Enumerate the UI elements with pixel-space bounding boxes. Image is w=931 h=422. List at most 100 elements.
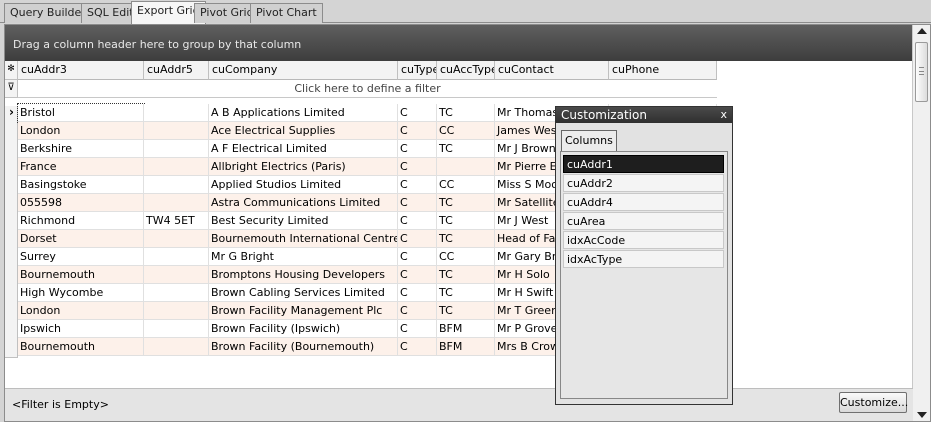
scroll-thumb[interactable] — [915, 42, 928, 102]
column-item-idxaccode[interactable]: idxAcCode — [563, 231, 724, 249]
cell-cutype[interactable]: C — [398, 302, 437, 320]
cell-cuaddr5[interactable] — [144, 230, 209, 248]
cell-cucompany[interactable]: Astra Communications Limited — [209, 194, 398, 212]
column-header-cucontact[interactable]: cuContact — [495, 61, 609, 80]
cell-cucompany[interactable]: Mr G Bright — [209, 248, 398, 266]
column-item-cuarea[interactable]: cuArea — [563, 212, 724, 230]
cell-cucompany[interactable]: A B Applications Limited — [209, 104, 398, 122]
cell-cuaddr5[interactable] — [144, 248, 209, 266]
cell-cutype[interactable]: C — [398, 320, 437, 338]
cell-cuaddr5[interactable] — [144, 284, 209, 302]
tab-pivot-chart[interactable]: Pivot Chart — [250, 3, 323, 23]
customize-button[interactable]: Customize... — [839, 392, 908, 413]
column-header-cuaddr5[interactable]: cuAddr5 — [144, 61, 209, 80]
cell-cuaddr3[interactable]: Bournemouth — [18, 338, 144, 356]
cell-cuacctype[interactable]: TC — [437, 266, 495, 284]
column-item-cuaddr2[interactable]: cuAddr2 — [563, 174, 724, 192]
cell-cuacctype[interactable]: CC — [437, 248, 495, 266]
cell-cutype[interactable]: C — [398, 230, 437, 248]
cell-cuaddr5[interactable] — [144, 176, 209, 194]
cell-cutype[interactable]: C — [398, 158, 437, 176]
cell-cuaddr3[interactable]: 055598 — [18, 194, 144, 212]
cell-cuaddr3[interactable]: Richmond — [18, 212, 144, 230]
cell-cucompany[interactable]: Brown Facility (Bournemouth) — [209, 338, 398, 356]
cell-cutype[interactable]: C — [398, 176, 437, 194]
cell-cuaddr5[interactable] — [144, 104, 209, 122]
cell-cucompany[interactable]: A F Electrical Limited — [209, 140, 398, 158]
cell-cuaddr5[interactable] — [144, 158, 209, 176]
cell-cuacctype[interactable]: BFM — [437, 338, 495, 356]
cell-cuaddr3[interactable]: Surrey — [18, 248, 144, 266]
cell-cutype[interactable]: C — [398, 140, 437, 158]
cell-cuacctype[interactable]: BFM — [437, 320, 495, 338]
tab-columns[interactable]: Columns — [561, 130, 617, 151]
scroll-up-icon[interactable] — [917, 28, 927, 34]
current-row-icon: › — [9, 105, 14, 119]
cell-cutype[interactable]: C — [398, 248, 437, 266]
cell-cucompany[interactable]: Bournemouth International Centre Ltd — [209, 230, 398, 248]
tab-query-builder[interactable]: Query Builder — [4, 3, 92, 23]
column-header-cucompany[interactable]: cuCompany — [209, 61, 398, 80]
filter-row[interactable]: Click here to define a filter — [18, 80, 717, 98]
cell-cuaddr3[interactable]: Dorset — [18, 230, 144, 248]
cell-cuaddr3[interactable]: Bristol — [17, 103, 145, 123]
cell-cucompany[interactable]: Allbright Electrics (Paris) — [209, 158, 398, 176]
column-item-cuaddr1[interactable]: cuAddr1 — [563, 155, 724, 173]
cell-cucompany[interactable]: Brown Cabling Services Limited — [209, 284, 398, 302]
cell-cuacctype[interactable]: CC — [437, 122, 495, 140]
cell-cuaddr3[interactable]: Bournemouth — [18, 266, 144, 284]
cell-cuacctype[interactable]: CC — [437, 176, 495, 194]
cell-cucompany[interactable]: Brown Facility (Ipswich) — [209, 320, 398, 338]
cell-cuacctype[interactable] — [437, 158, 495, 176]
cell-cuacctype[interactable]: TC — [437, 230, 495, 248]
cell-cucompany[interactable]: Ace Electrical Supplies — [209, 122, 398, 140]
cell-cuaddr3[interactable]: Basingstoke — [18, 176, 144, 194]
cell-cuaddr3[interactable]: Berkshire — [18, 140, 144, 158]
customization-title-bar[interactable]: Customization x — [556, 107, 732, 123]
filter-status[interactable]: <Filter is Empty> — [12, 398, 109, 411]
cell-cuacctype[interactable]: TC — [437, 104, 495, 122]
cell-cuacctype[interactable]: TC — [437, 140, 495, 158]
cell-cuacctype[interactable]: TC — [437, 284, 495, 302]
export-grid-panel: Drag a column header here to group by th… — [4, 24, 931, 422]
column-item-idxactype[interactable]: idxAcType — [563, 250, 724, 268]
cell-cucompany[interactable]: Bromptons Housing Developers — [209, 266, 398, 284]
cell-cuaddr3[interactable]: France — [18, 158, 144, 176]
cell-cuaddr5[interactable] — [144, 302, 209, 320]
cell-cuacctype[interactable]: TC — [437, 194, 495, 212]
close-icon[interactable]: x — [720, 107, 727, 123]
cell-cuaddr5[interactable]: TW4 5ET — [144, 212, 209, 230]
column-header-cuacctype[interactable]: cuAccType — [437, 61, 495, 80]
group-by-panel[interactable]: Drag a column header here to group by th… — [5, 25, 913, 61]
cell-cuaddr5[interactable] — [144, 194, 209, 212]
cell-cuaddr5[interactable] — [144, 266, 209, 284]
column-header-cuphone[interactable]: cuPhone — [609, 61, 717, 80]
cell-cuaddr3[interactable]: High Wycombe — [18, 284, 144, 302]
column-header-cuaddr3[interactable]: cuAddr3 — [18, 61, 144, 80]
cell-cucompany[interactable]: Best Security Limited — [209, 212, 398, 230]
column-header-cutype[interactable]: cuType — [398, 61, 437, 80]
cell-cucompany[interactable]: Brown Facility Management Plc — [209, 302, 398, 320]
cell-cutype[interactable]: C — [398, 122, 437, 140]
scroll-down-icon[interactable] — [917, 412, 927, 418]
cell-cutype[interactable]: C — [398, 284, 437, 302]
cell-cutype[interactable]: C — [398, 194, 437, 212]
cell-cutype[interactable]: C — [398, 338, 437, 356]
cell-cuaddr5[interactable] — [144, 140, 209, 158]
cell-cuacctype[interactable]: TC — [437, 302, 495, 320]
cell-cuaddr5[interactable] — [144, 338, 209, 356]
cell-cuaddr3[interactable]: Ipswich — [18, 320, 144, 338]
new-row-icon[interactable]: ✻ — [5, 61, 18, 80]
column-item-cuaddr4[interactable]: cuAddr4 — [563, 193, 724, 211]
cell-cutype[interactable]: C — [398, 104, 437, 122]
cell-cuaddr3[interactable]: London — [18, 302, 144, 320]
filter-icon[interactable]: ⊽ — [5, 80, 18, 98]
cell-cuaddr3[interactable]: London — [18, 122, 144, 140]
vertical-scrollbar[interactable] — [912, 25, 930, 421]
cell-cuacctype[interactable]: TC — [437, 212, 495, 230]
cell-cutype[interactable]: C — [398, 212, 437, 230]
cell-cutype[interactable]: C — [398, 266, 437, 284]
cell-cucompany[interactable]: Applied Studios Limited — [209, 176, 398, 194]
cell-cuaddr5[interactable] — [144, 122, 209, 140]
cell-cuaddr5[interactable] — [144, 320, 209, 338]
